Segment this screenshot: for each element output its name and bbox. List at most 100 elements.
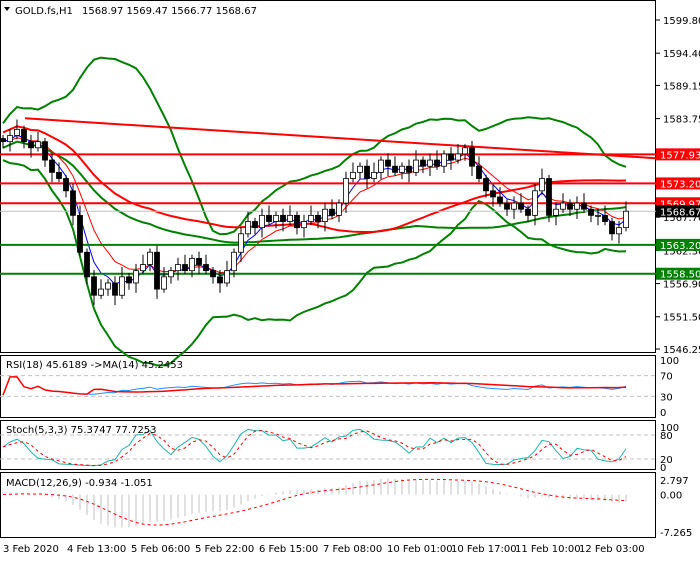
level-price-label: 1577.93 [660,150,700,161]
macd-axis-label: -7.265 [660,528,692,539]
candle-body [175,264,181,272]
time-tick-label: 3 Feb 2020 [3,544,59,555]
current-level-badge: 1568.67 [656,205,700,218]
candle-body [378,159,384,173]
candle-body [168,270,174,278]
candle-body [161,276,167,290]
candle-body [567,202,573,210]
candle-body [112,282,118,296]
candle-body [420,159,426,167]
main-panel[interactable] [0,0,656,353]
candle-body [364,165,370,179]
candle-body [616,227,622,235]
candle-body [504,202,510,210]
level-price-label: 1558.50 [660,270,700,281]
price-tick-label: 1583.75 [663,115,700,126]
price-tick-label: 1551.50 [663,313,700,324]
candle-body [413,159,419,173]
candle-body [560,202,566,210]
candle-body [224,270,230,284]
candle-body [392,165,398,173]
candle-body [126,276,132,284]
candle-body [427,159,433,167]
level-price-label: 1568.67 [660,207,700,218]
candle-body [301,221,307,229]
candle-body [266,214,272,222]
candle-body [315,214,321,222]
time-tick-label: 4 Feb 13:00 [67,544,126,555]
price-tick-label: 1599.80 [663,16,700,27]
candle-body [49,159,55,173]
time-tick-label: 11 Feb 10:00 [515,544,581,555]
candle-body [287,214,293,222]
candle-body [259,214,265,229]
candle-body [322,208,328,222]
candle-body [476,165,482,179]
candle-body [21,128,27,143]
candle-body [385,159,391,167]
rsi-axis-label: 70 [660,372,673,383]
candle-body [84,251,90,278]
time-tick-label: 12 Feb 03:00 [579,544,645,555]
support-level-badge: 1563.20 [656,238,700,252]
candle-body [77,214,83,253]
price-tick-label: 1556.90 [663,280,700,291]
trading-chart[interactable]: 1599.801594.401589.151583.751567.701562.… [0,0,700,560]
candle-body [455,153,461,161]
macd-axis-label: 2.797 [660,476,689,487]
candle-body [63,178,69,192]
candle-body [371,171,377,179]
candle-body [469,147,475,167]
candle-body [308,214,314,222]
stoch-axis-label: 80 [660,431,673,442]
rsi-axis-label: 30 [660,392,673,403]
candle-body [119,276,125,296]
candle-body [574,202,580,210]
candle-body [539,178,545,192]
candle-body [280,214,286,222]
candle-body [14,128,20,136]
stoch-axis-label: 0 [660,463,666,474]
time-tick-label: 10 Feb 01:00 [387,544,453,555]
macd-label: MACD(12,26,9) -0.934 -1.051 [6,478,153,489]
price-tick-label: 1589.15 [663,81,700,92]
candle-body [532,190,538,216]
candle-body [357,165,363,173]
candle-body [182,264,188,272]
candle-body [497,196,503,204]
candle-body [203,264,209,272]
stoch-label: Stoch(5,3,3) 75.3747 77.7253 [6,425,157,436]
time-tick-label: 7 Feb 08:00 [323,544,382,555]
candle-body [350,171,356,179]
candle-body [245,221,251,235]
support-level-badge: 1558.50 [656,267,700,281]
candle-body [490,190,496,198]
level-price-label: 1563.20 [660,241,700,252]
candle-body [189,257,195,272]
candle-body [609,221,615,235]
candle-body [518,202,524,210]
symbol-label: GOLD.fs,H1 [15,6,73,17]
candle-body [154,251,160,290]
candle-body [483,178,489,192]
resistance-level-badge: 1573.20 [656,177,700,190]
candle-body [98,288,104,296]
candle-body [343,178,349,204]
candle-body [525,208,531,216]
rsi-label: RSI(18) 45.6189 ->MA(14) 45.2453 [6,360,183,371]
candle-body [399,165,405,173]
candle-body [273,214,279,222]
candle-body [602,214,608,222]
candle-body [546,178,552,216]
candle-body [581,202,587,210]
candle-body [434,159,440,167]
level-price-label: 1573.20 [660,179,700,190]
candle-body [595,214,601,217]
candle-body [336,202,342,216]
candle-body [238,233,244,253]
candle-body [140,264,146,272]
candle-body [133,270,139,284]
candle-body [0,138,6,143]
candle-body [56,171,62,179]
candle-body [7,135,13,143]
